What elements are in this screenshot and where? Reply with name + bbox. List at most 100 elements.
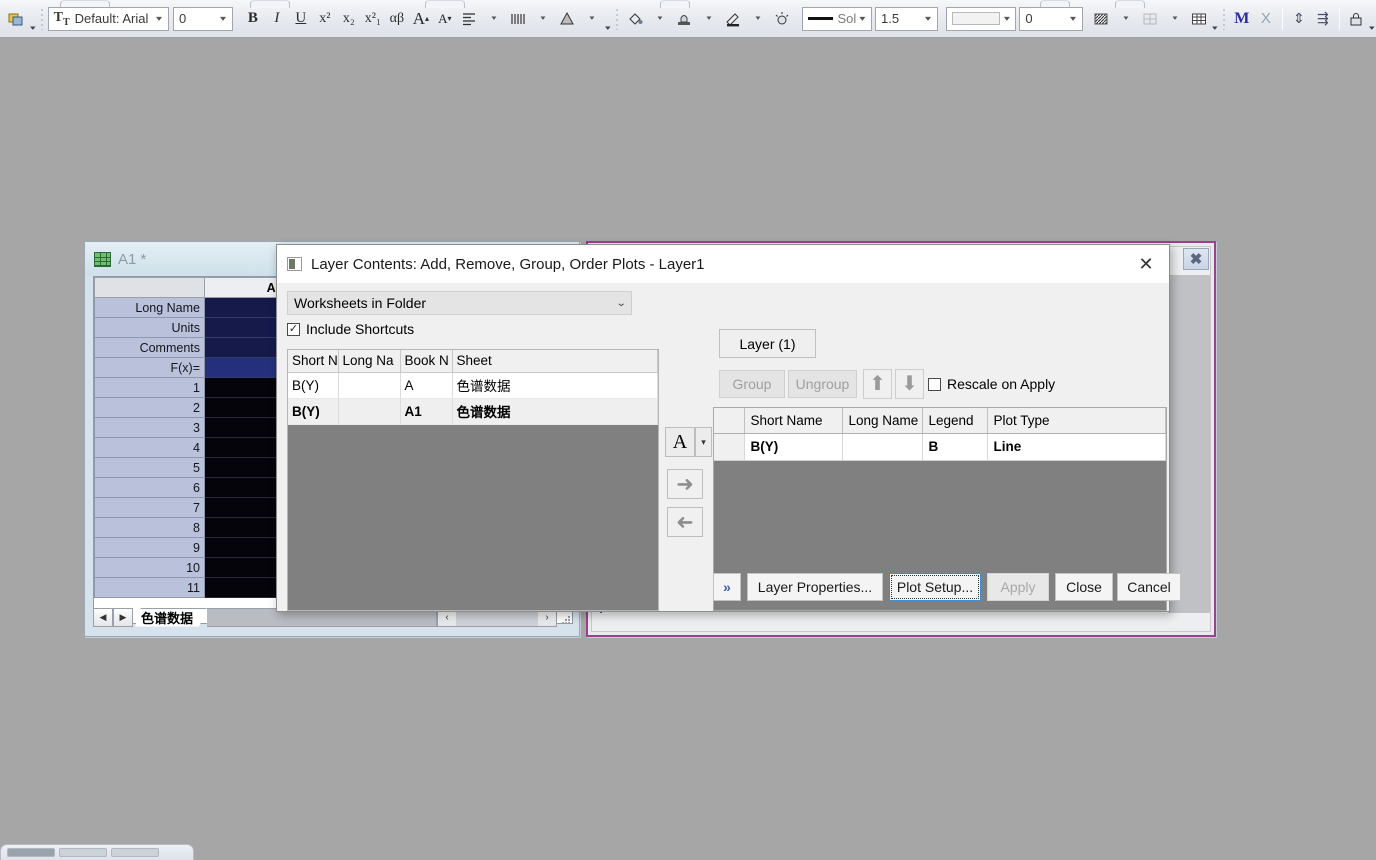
toolbar-grip-2[interactable] <box>616 7 620 30</box>
include-shortcuts-checkbox[interactable]: ✓ <box>287 322 300 336</box>
dialog-close-button[interactable]: ✕ <box>1123 245 1169 283</box>
col-legend[interactable]: Legend <box>922 408 988 434</box>
row-number[interactable]: 8 <box>94 517 205 538</box>
taskbar-fragment[interactable] <box>0 844 194 860</box>
sheet-nav-next[interactable]: ▶ <box>113 607 133 627</box>
col-short-name[interactable]: Short N <box>288 350 339 373</box>
plot-setup-button[interactable]: Plot Setup... <box>889 573 981 601</box>
row-number[interactable]: 5 <box>94 457 205 478</box>
super-subscript-button[interactable]: x²₁ <box>361 6 385 32</box>
cell-short-name[interactable]: B(Y) <box>288 372 339 399</box>
row-number[interactable]: 11 <box>94 577 205 598</box>
cell-book-name[interactable]: A <box>400 372 453 399</box>
align-vertical-button[interactable]: ⇕ <box>1287 6 1311 32</box>
greek-button[interactable]: αβ <box>385 6 409 32</box>
toolbar-overflow-1[interactable]: ▾ <box>28 6 36 32</box>
row-number[interactable]: 4 <box>94 437 205 458</box>
row-number[interactable]: 7 <box>94 497 205 518</box>
col-sheet[interactable]: Sheet <box>452 350 658 373</box>
graph-close-button[interactable]: ✖ <box>1183 248 1209 270</box>
font-settings-dropdown[interactable]: ▾ <box>695 427 712 457</box>
cell-plot-type[interactable]: Line <box>987 433 1166 461</box>
taskbar-item-active[interactable] <box>7 848 55 857</box>
cancel-button[interactable]: Cancel <box>1117 573 1181 601</box>
col-short-name[interactable]: Short Name <box>744 408 843 434</box>
chevron-down-icon[interactable]: ▾ <box>1062 14 1083 23</box>
rescale-on-apply-row[interactable]: Rescale on Apply <box>928 376 1055 392</box>
chevron-down-icon[interactable]: ▾ <box>853 14 872 23</box>
col-long-name[interactable]: Long Name <box>842 408 923 434</box>
row-number[interactable]: 1 <box>94 377 205 398</box>
line-width-combo[interactable]: 1.5 ▾ <box>875 6 939 31</box>
increase-font-button[interactable]: A ▴ <box>409 6 433 32</box>
lock-button[interactable] <box>1344 6 1368 32</box>
list-item[interactable]: B(Y) A 色谱数据 <box>288 372 658 399</box>
line-style-combo[interactable]: Sol ▾ <box>802 6 873 31</box>
apply-button[interactable]: Apply <box>987 573 1049 601</box>
font-size-combo[interactable]: 0 ▾ <box>173 6 234 31</box>
table-button[interactable] <box>1187 6 1211 32</box>
cell-sheet[interactable]: 色谱数据 <box>452 372 658 399</box>
merge-button[interactable]: M <box>1230 6 1254 32</box>
list-item-selected[interactable]: B(Y) A1 色谱数据 <box>288 398 658 425</box>
chevron-down-icon[interactable]: ▾ <box>149 14 170 23</box>
cell-legend[interactable]: B <box>922 433 988 461</box>
font-name-combo[interactable]: TT Default: Arial ▾ <box>47 6 170 31</box>
col-book-name[interactable]: Book N <box>400 350 453 373</box>
cell-sheet[interactable]: 色谱数据 <box>452 398 658 425</box>
unmerge-button[interactable]: X <box>1254 6 1278 32</box>
superscript-button[interactable]: x² <box>313 6 337 32</box>
subscript-button[interactable]: x₂ <box>337 6 361 32</box>
close-button[interactable]: Close <box>1055 573 1113 601</box>
taskbar-item[interactable] <box>59 848 107 857</box>
ungroup-button[interactable]: Ungroup <box>788 370 857 398</box>
cell-marker[interactable] <box>714 433 745 461</box>
cell-long-name[interactable] <box>338 398 401 425</box>
decrease-font-button[interactable]: A ▾ <box>433 6 457 32</box>
cell-book-name[interactable]: A1 <box>400 398 453 425</box>
chevron-down-icon[interactable]: ▾ <box>213 14 234 23</box>
expand-options-button[interactable]: » <box>713 573 741 601</box>
cell-short-name[interactable]: B(Y) <box>744 433 843 461</box>
style-palette-icon[interactable] <box>4 6 28 32</box>
row-number[interactable]: 3 <box>94 417 205 438</box>
cell-long-name[interactable] <box>338 372 401 399</box>
row-number[interactable]: 2 <box>94 397 205 418</box>
sheet-tab[interactable]: 色谱数据 <box>135 608 207 627</box>
group-button[interactable]: Group <box>719 370 785 398</box>
col-long-name[interactable]: Long Na <box>338 350 401 373</box>
cell-short-name[interactable]: B(Y) <box>288 398 339 425</box>
taskbar-item[interactable] <box>111 848 159 857</box>
font-settings-button[interactable]: A <box>665 427 695 457</box>
transparency-combo[interactable]: 0 ▾ <box>1019 6 1083 31</box>
move-up-button[interactable]: ⬆ <box>863 369 892 399</box>
move-down-button[interactable]: ⬇ <box>895 369 924 399</box>
layer-tab[interactable]: Layer (1) <box>719 329 816 358</box>
chevron-down-icon[interactable]: ⌄ <box>615 298 626 309</box>
select-all-corner[interactable] <box>94 277 205 298</box>
add-plot-button[interactable]: ➜ <box>667 469 703 499</box>
rescale-on-apply-checkbox[interactable] <box>928 377 941 391</box>
col-plot-type[interactable]: Plot Type <box>987 408 1166 434</box>
row-number[interactable]: 10 <box>94 557 205 578</box>
lighting-button[interactable] <box>770 6 794 32</box>
chevron-down-icon[interactable]: ▾ <box>996 14 1017 23</box>
layer-contents-dialog[interactable]: Layer Contents: Add, Remove, Group, Orde… <box>276 244 1181 612</box>
color-swatch-combo[interactable]: ▾ <box>946 6 1017 31</box>
underline-button[interactable]: U <box>289 6 313 32</box>
toolbar-grip-1[interactable] <box>40 7 44 30</box>
chevron-down-icon[interactable]: ▾ <box>918 14 939 23</box>
sheet-nav-prev[interactable]: ◀ <box>93 607 113 627</box>
toolbar-overflow-3[interactable]: ▾ <box>1211 6 1219 32</box>
row-number[interactable]: 9 <box>94 537 205 558</box>
source-scope-combo[interactable]: Worksheets in Folder ⌄ <box>287 291 632 315</box>
bold-button[interactable]: B <box>241 6 265 32</box>
font-color-dropdown[interactable]: ▾ <box>575 6 609 32</box>
include-shortcuts-row[interactable]: ✓ Include Shortcuts <box>287 321 414 337</box>
cell-long-name[interactable] <box>842 433 923 461</box>
distribute-button[interactable]: ⇶ <box>1311 6 1335 32</box>
table-row[interactable]: B(Y) B Line <box>714 433 1166 461</box>
toolbar-overflow-4[interactable]: ▾ <box>1368 6 1376 32</box>
row-number[interactable]: 6 <box>94 477 205 498</box>
toolbar-grip-3[interactable] <box>1222 7 1226 30</box>
